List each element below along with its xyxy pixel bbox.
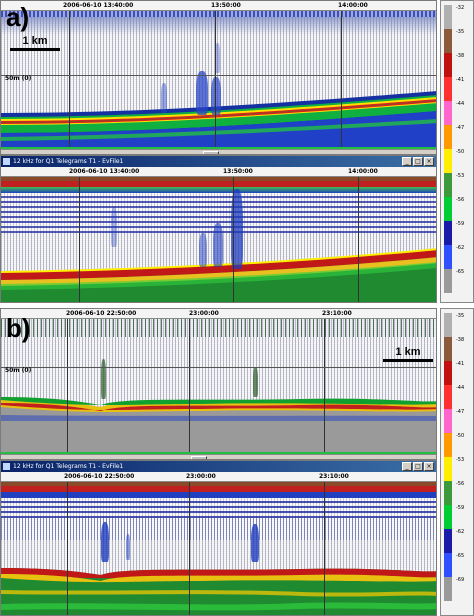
echogram-window-b-top: 2006-06-10 22:50:00 23:00:00 23:10:00 50… — [0, 308, 437, 460]
time-tick-label: 2006-06-10 22:50:00 — [64, 473, 135, 480]
close-button[interactable]: × — [424, 462, 434, 471]
legend-swatch — [444, 269, 452, 293]
legend-swatch — [444, 221, 452, 245]
legend-label: -62 — [456, 529, 465, 535]
legend-label: -44 — [456, 385, 465, 391]
legend-label: -35 — [456, 313, 465, 319]
legend-label: -65 — [456, 553, 465, 559]
time-tick-label: 23:00:00 — [189, 310, 219, 317]
legend-label: -44 — [456, 101, 465, 107]
legend-swatch — [444, 245, 452, 269]
scale-bar: 1 km — [10, 35, 60, 51]
legend-swatch — [444, 553, 452, 577]
window-title: 12 kHz for Q1 Telegrams T1 - EvFile1 — [13, 463, 124, 470]
legend-label: -38 — [456, 337, 465, 343]
legend-label: -41 — [456, 77, 465, 83]
legend-swatch — [444, 29, 452, 53]
legend-label: -38 — [456, 53, 465, 59]
time-tick-label: 14:00:00 — [348, 168, 378, 175]
app-icon — [3, 158, 10, 165]
time-ruler: 2006-06-10 22:50:00 23:00:00 23:10:00 — [1, 472, 436, 482]
legend-swatch — [444, 529, 452, 553]
window-title: 12 kHz for Q1 Telegrams T1 - EvFile1 — [13, 158, 124, 165]
legend-swatch — [444, 197, 452, 221]
legend-swatch — [444, 313, 452, 337]
time-ruler: 2006-06-10 13:40:00 13:50:00 14:00:00 — [1, 1, 436, 11]
legend-label: -69 — [456, 577, 465, 583]
echogram-window-b-bottom: 12 kHz for Q1 Telegrams T1 - EvFile1 _ □… — [0, 460, 437, 616]
close-button[interactable]: × — [424, 157, 434, 166]
minimize-button[interactable]: _ — [402, 157, 412, 166]
time-tick-label: 23:00:00 — [186, 473, 216, 480]
legend-label: -47 — [456, 409, 465, 415]
echogram-canvas[interactable]: 50m (0) — [1, 11, 436, 147]
scale-bar-label: 1 km — [395, 346, 421, 358]
legend-label: -53 — [456, 457, 465, 463]
panel-a-label: a) — [6, 2, 30, 32]
time-tick-label: 23:10:00 — [322, 310, 352, 317]
legend-label: -47 — [456, 125, 465, 131]
time-tick-label: 23:10:00 — [319, 473, 349, 480]
echogram-canvas[interactable] — [1, 482, 436, 615]
legend-swatch — [444, 481, 452, 505]
maximize-button[interactable]: □ — [413, 157, 423, 166]
time-ruler: 2006-06-10 22:50:00 23:00:00 23:10:00 — [1, 309, 436, 319]
echogram-window-a-top: 2006-06-10 13:40:00 13:50:00 14:00:00 50… — [0, 0, 437, 155]
legend-swatch — [444, 577, 452, 601]
minimize-button[interactable]: _ — [402, 462, 412, 471]
legend-label: -59 — [456, 505, 465, 511]
legend-swatch — [444, 149, 452, 173]
legend-swatch — [444, 457, 452, 481]
legend-swatch — [444, 337, 452, 361]
legend-swatch — [444, 385, 452, 409]
panel-b-label: b) — [6, 313, 31, 343]
legend-swatch — [444, 101, 452, 125]
legend-label: -35 — [456, 29, 465, 35]
color-scale-legend-a: -32 -35 -38 -41 -44 -47 -50 -53 -56 -59 … — [440, 0, 474, 303]
time-tick-label: 2006-06-10 13:40:00 — [63, 2, 134, 9]
scale-bar: 1 km — [383, 346, 433, 362]
legend-label: -56 — [456, 197, 465, 203]
color-scale-legend-b: -35 -38 -41 -44 -47 -50 -53 -56 -59 -62 … — [440, 308, 474, 616]
legend-label: -32 — [456, 5, 465, 11]
scale-bar-label: 1 km — [22, 35, 48, 47]
legend-swatch — [444, 361, 452, 385]
legend-label: -50 — [456, 149, 465, 155]
legend-label: -50 — [456, 433, 465, 439]
legend-label: -62 — [456, 245, 465, 251]
legend-swatch — [444, 77, 452, 101]
legend-swatch — [444, 173, 452, 197]
legend-label: -65 — [456, 269, 465, 275]
legend-swatch — [444, 433, 452, 457]
echogram-canvas[interactable]: 50m (0) — [1, 319, 436, 452]
window-titlebar[interactable]: 12 kHz for Q1 Telegrams T1 - EvFile1 _ □… — [1, 461, 436, 472]
legend-swatch — [444, 53, 452, 77]
window-titlebar[interactable]: 12 kHz for Q1 Telegrams T1 - EvFile1 _ □… — [1, 156, 436, 167]
legend-label: -53 — [456, 173, 465, 179]
maximize-button[interactable]: □ — [413, 462, 423, 471]
legend-label: -59 — [456, 221, 465, 227]
echogram-canvas[interactable] — [1, 177, 436, 302]
depth-marker: 50m (0) — [5, 75, 32, 82]
legend-swatch — [444, 5, 452, 29]
time-tick-label: 2006-06-10 13:40:00 — [69, 168, 140, 175]
legend-swatch — [444, 505, 452, 529]
legend-label: -56 — [456, 481, 465, 487]
time-ruler: 2006-06-10 13:40:00 13:50:00 14:00:00 — [1, 167, 436, 177]
echogram-window-a-bottom: 12 kHz for Q1 Telegrams T1 - EvFile1 _ □… — [0, 155, 437, 303]
legend-swatch — [444, 409, 452, 433]
legend-label: -41 — [456, 361, 465, 367]
time-tick-label: 2006-06-10 22:50:00 — [66, 310, 137, 317]
app-icon — [3, 463, 10, 470]
time-tick-label: 13:50:00 — [223, 168, 253, 175]
depth-marker: 50m (0) — [5, 367, 32, 374]
time-tick-label: 14:00:00 — [338, 2, 368, 9]
legend-swatch — [444, 125, 452, 149]
time-tick-label: 13:50:00 — [211, 2, 241, 9]
